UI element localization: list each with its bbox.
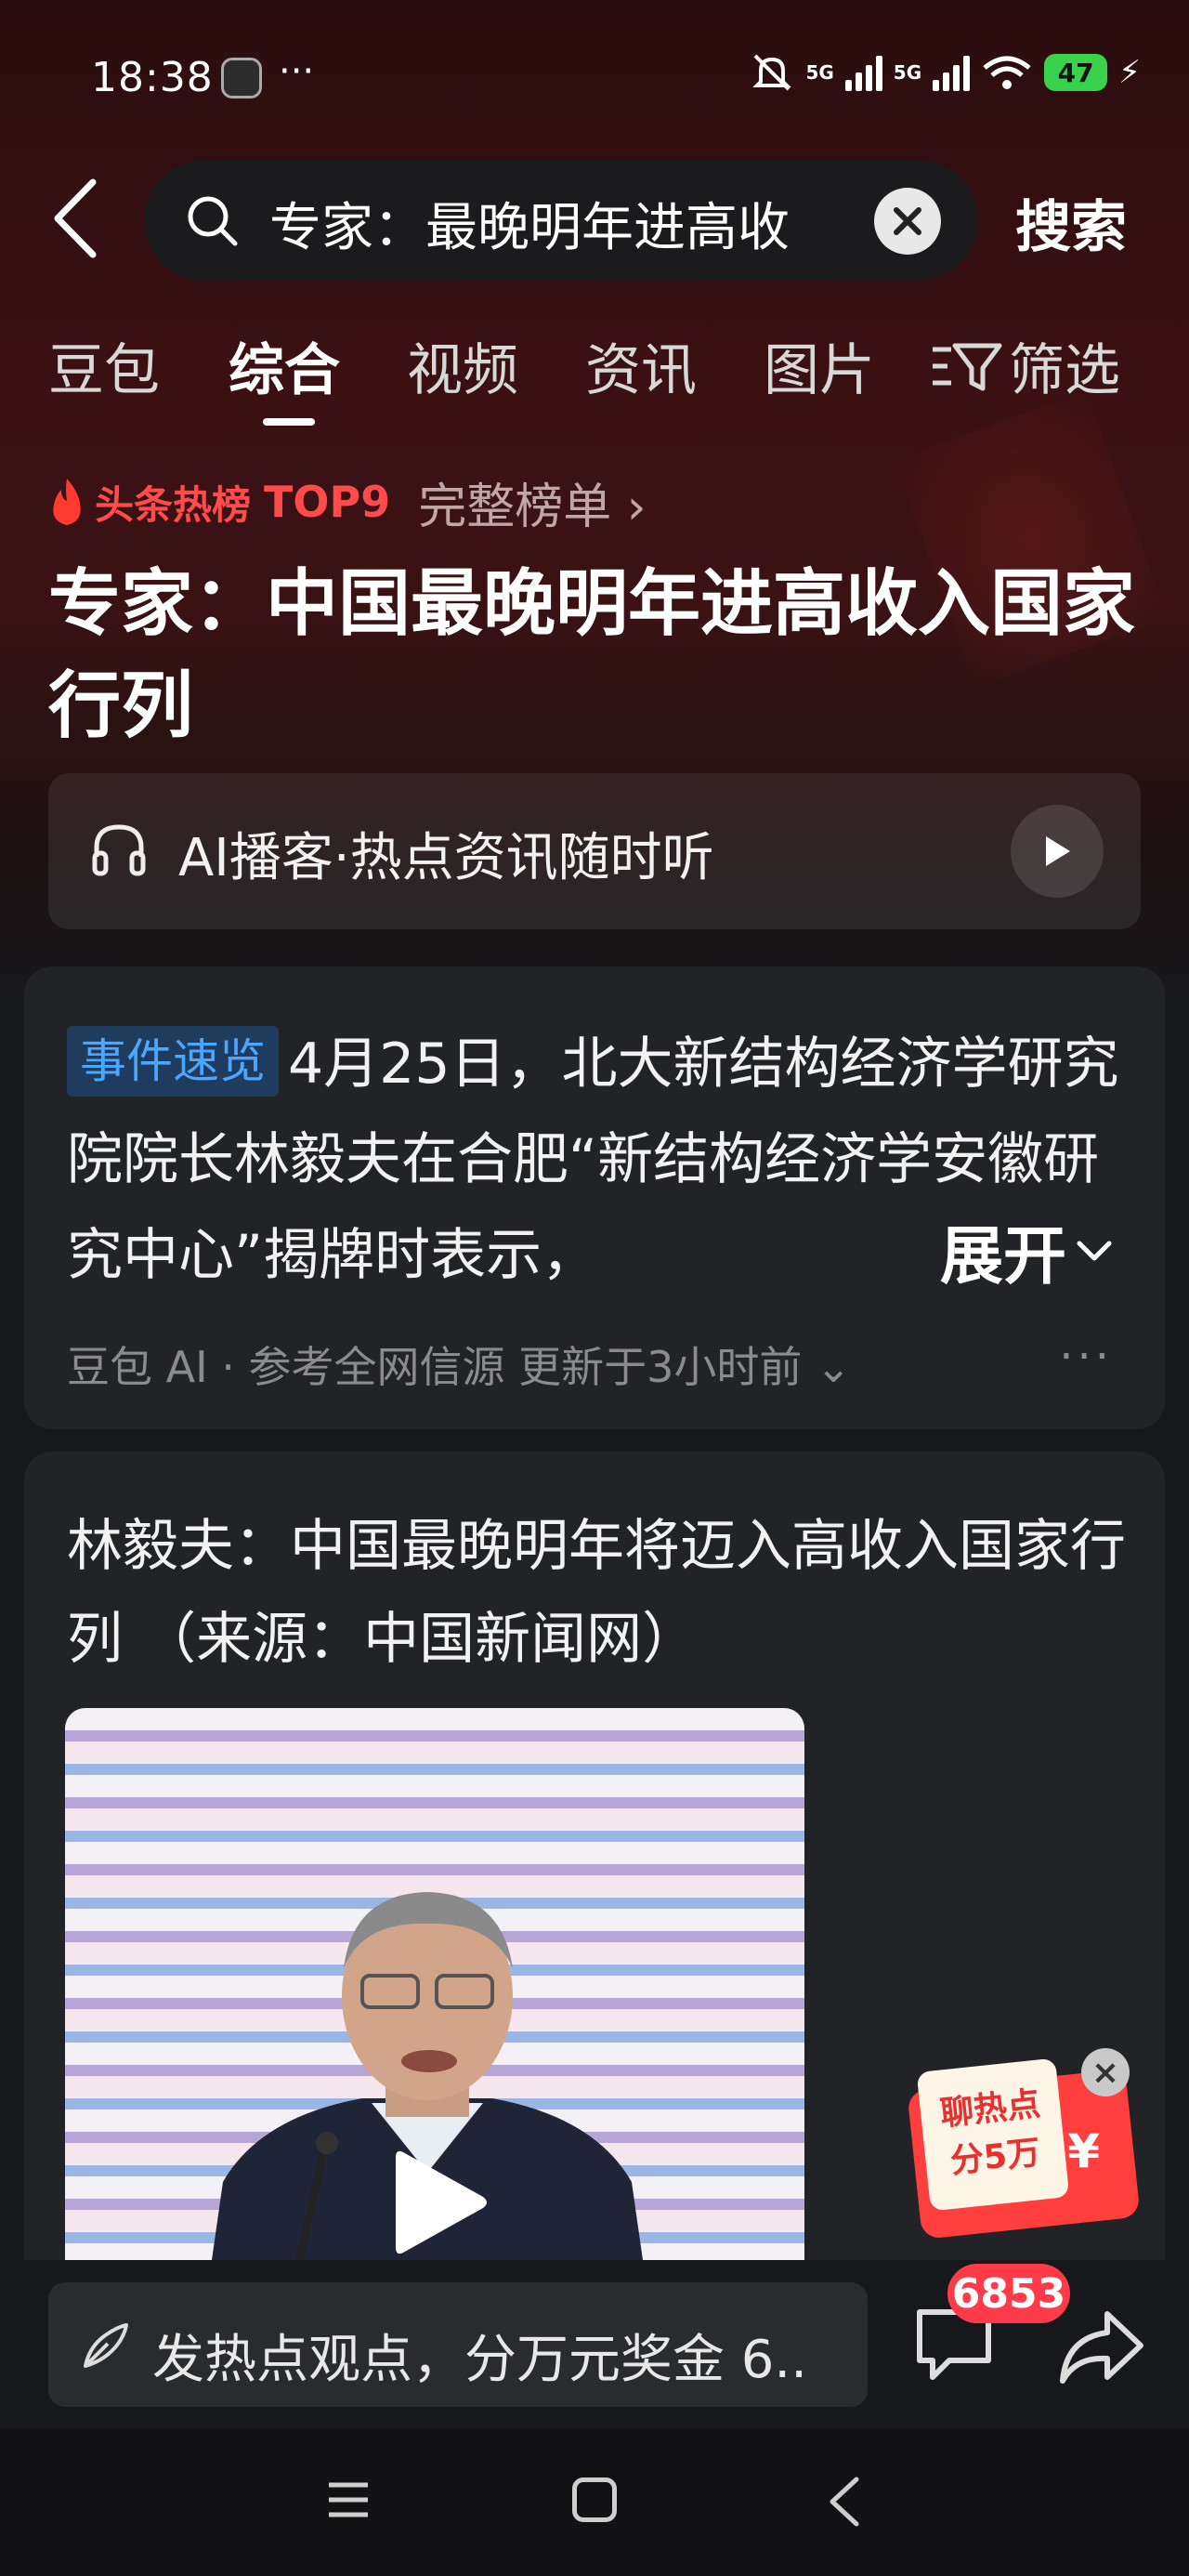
event-overview-badge: 事件速览 bbox=[67, 1026, 279, 1097]
expand-button[interactable]: 展开 bbox=[917, 1204, 1113, 1296]
pen-icon bbox=[84, 2323, 128, 2368]
search-button[interactable]: 搜索 bbox=[1015, 182, 1127, 263]
clear-search-button[interactable] bbox=[874, 188, 941, 255]
category-tabs: 豆包 综合 视频 资讯 图片 筛选 bbox=[0, 316, 1189, 427]
expand-label: 展开 bbox=[939, 1220, 1066, 1294]
back-arrow-icon[interactable] bbox=[48, 177, 104, 260]
signal-icon-2 bbox=[933, 54, 971, 91]
tab-images[interactable]: 图片 bbox=[764, 325, 875, 406]
mute-bell-icon bbox=[752, 54, 792, 91]
notification-app-icon bbox=[221, 58, 262, 99]
network-type-2: 5G bbox=[893, 61, 922, 84]
system-navigation-bar bbox=[0, 2429, 1189, 2576]
hot-topic-title[interactable]: 专家：中国最晚明年进高收入国家行列 bbox=[48, 553, 1144, 757]
status-time: 18:38 bbox=[91, 54, 214, 101]
home-icon[interactable] bbox=[572, 2477, 617, 2522]
flame-icon bbox=[53, 479, 81, 525]
play-icon bbox=[1046, 836, 1070, 866]
video-thumbnail[interactable] bbox=[65, 1708, 804, 2266]
system-back-icon[interactable] bbox=[825, 2474, 862, 2530]
hot-rank: TOP9 bbox=[264, 477, 391, 527]
comment-placeholder: 发热点观点，分万元奖金 6.. bbox=[152, 2330, 808, 2390]
red-packet-card: 聊热点 分5万 bbox=[916, 2057, 1070, 2212]
event-summary-card[interactable]: 事件速览 4月25日，北大新结构经济学研究院院长林毅夫在合肥“新结构经济学安徽研究… bbox=[24, 966, 1165, 1429]
podcast-play-button[interactable] bbox=[1011, 805, 1104, 898]
more-notifications-icon: ··· bbox=[279, 50, 315, 93]
active-tab-indicator bbox=[263, 418, 315, 426]
status-icons: 5G 5G 47 ⚡ bbox=[750, 52, 1141, 93]
tab-news[interactable]: 资讯 bbox=[585, 325, 697, 406]
hot-list-label: 头条热榜 bbox=[95, 481, 252, 528]
chevron-down-icon bbox=[1077, 1241, 1112, 1260]
podcast-label: AI播客·热点资讯随时听 bbox=[178, 828, 714, 888]
headphones-icon bbox=[92, 824, 146, 876]
status-bar: 18:38 ··· 5G 5G 47 ⚡ bbox=[0, 46, 1189, 112]
video-play-icon[interactable] bbox=[390, 2145, 492, 2260]
tab-video[interactable]: 视频 bbox=[407, 325, 518, 406]
filter-button[interactable]: 筛选 bbox=[929, 325, 1120, 406]
share-icon[interactable] bbox=[1057, 2305, 1146, 2388]
comment-input[interactable]: 发热点观点，分万元奖金 6.. bbox=[48, 2282, 868, 2407]
summary-meta[interactable]: 豆包 AI · 参考全网信源 更新于3小时前 ⌄ bbox=[67, 1334, 852, 1395]
signal-icon-1 bbox=[844, 54, 882, 91]
red-packet-promo[interactable]: 聊热点 分5万 ¥ × bbox=[907, 2044, 1141, 2240]
search-query-text[interactable]: 专家：最晚明年进高收 bbox=[269, 186, 864, 261]
tab-doubao[interactable]: 豆包 bbox=[48, 325, 160, 406]
comment-count-badge: 6853 bbox=[947, 2264, 1070, 2323]
full-list-link[interactable]: 完整榜单 › bbox=[418, 467, 646, 537]
filter-label: 筛选 bbox=[1009, 338, 1120, 403]
tab-comprehensive[interactable]: 综合 bbox=[229, 325, 340, 406]
network-type-1: 5G bbox=[805, 61, 834, 84]
yen-icon: ¥ bbox=[1067, 2124, 1100, 2178]
filter-icon bbox=[933, 343, 1002, 390]
charging-icon: ⚡ bbox=[1118, 54, 1141, 91]
battery-indicator: 47 bbox=[1044, 54, 1108, 91]
more-options-icon[interactable]: ··· bbox=[1059, 1331, 1113, 1383]
close-icon bbox=[894, 207, 921, 235]
recent-apps-icon[interactable] bbox=[327, 2481, 370, 2518]
search-icon bbox=[188, 196, 238, 246]
news-title[interactable]: 林毅夫：中国最晚明年将迈入高收入国家行列 （来源：中国新闻网） bbox=[67, 1500, 1126, 1686]
wifi-icon bbox=[983, 56, 1031, 89]
search-input[interactable]: 专家：最晚明年进高收 bbox=[144, 160, 978, 281]
hot-list-row[interactable]: 头条热榜 TOP9 完整榜单 › bbox=[46, 467, 647, 537]
ai-podcast-bar[interactable]: AI播客·热点资讯随时听 bbox=[48, 773, 1141, 929]
close-promo-button[interactable]: × bbox=[1081, 2048, 1130, 2096]
